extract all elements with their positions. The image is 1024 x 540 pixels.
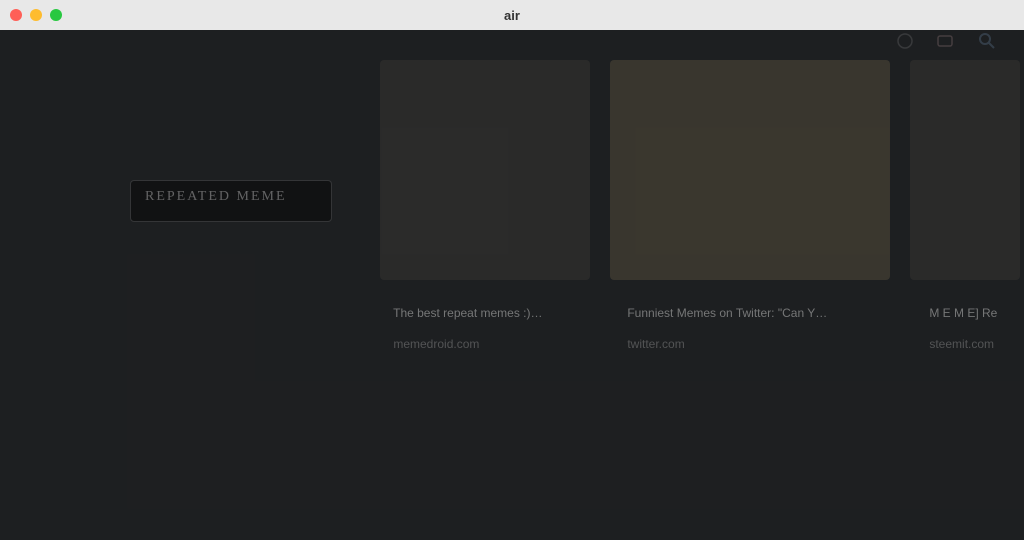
bg-image-tile xyxy=(610,60,890,280)
terminal-view[interactable]: REPEATED MEME The best repeat memes :)… … xyxy=(0,30,1024,540)
mic-icon xyxy=(896,32,914,50)
camera-icon xyxy=(936,32,954,50)
bg-image-tile xyxy=(910,60,1020,280)
bg-text: REPEATED MEME xyxy=(145,188,287,206)
bg-image-tile xyxy=(380,60,590,280)
window-titlebar: air xyxy=(0,0,1024,30)
bg-caption: M E M E] Re steemit.com xyxy=(916,290,997,368)
search-icon xyxy=(978,32,996,50)
bg-caption: The best repeat memes :)… memedroid.com xyxy=(380,290,543,368)
window-title: air xyxy=(0,8,1024,23)
bg-caption: Funniest Memes on Twitter: "Can Y… twitt… xyxy=(614,290,827,368)
